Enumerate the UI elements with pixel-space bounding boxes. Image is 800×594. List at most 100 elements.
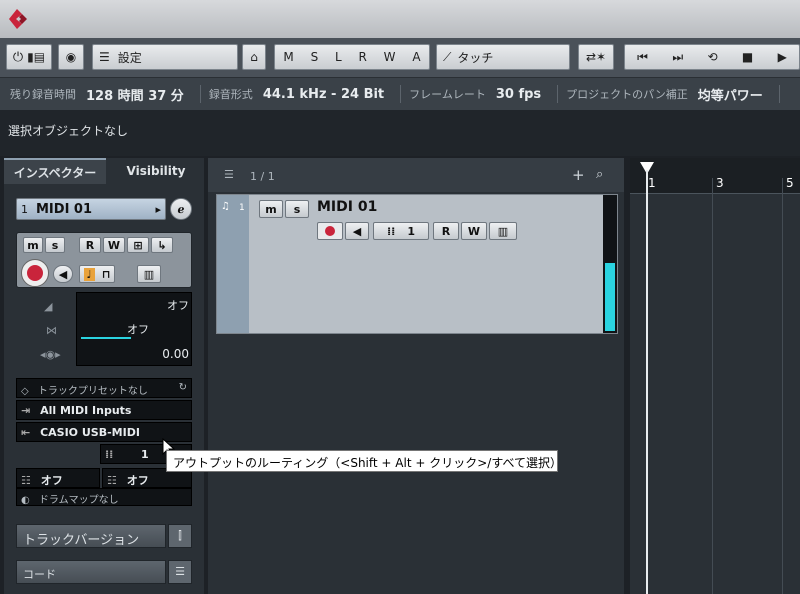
frame-rate-label[interactable]: フレームレート bbox=[409, 86, 486, 102]
inspector-panel: インスペクター Visibility 1 MIDI 01 ▸ ℯ m s R W… bbox=[4, 158, 204, 594]
volume-value[interactable]: オフ bbox=[167, 297, 189, 313]
cycle-icon[interactable]: ⟲ bbox=[707, 50, 717, 64]
track-lanes-button[interactable]: ▥ bbox=[489, 222, 517, 240]
info-line: 選択オブジェクトなし bbox=[0, 110, 800, 156]
bank-select[interactable]: ☷ オフ bbox=[16, 468, 100, 488]
lock-icon: ⊓ bbox=[101, 267, 111, 281]
track-name[interactable]: MIDI 01 bbox=[317, 199, 377, 215]
solo-global-button[interactable]: S bbox=[311, 50, 319, 64]
inspector-solo-button[interactable]: s bbox=[45, 237, 65, 253]
chevron-right-icon: ▸ bbox=[155, 202, 161, 216]
tooltip-text: アウトプットのルーティング（<Shift + Alt + クリック>/すべて選択… bbox=[173, 456, 563, 470]
go-to-end-icon[interactable]: ⏭ bbox=[672, 50, 683, 65]
section-track-versions-label: トラックバージョン bbox=[23, 533, 140, 548]
meter-level bbox=[605, 263, 615, 331]
timeline-ruler[interactable]: 1 3 5 bbox=[630, 158, 800, 194]
play-icon[interactable]: ▶ bbox=[778, 50, 787, 64]
inspector-grid-button[interactable]: ⊞ bbox=[127, 237, 149, 253]
project-cursor[interactable] bbox=[646, 170, 648, 594]
section-track-versions[interactable]: トラックバージョン bbox=[16, 524, 166, 548]
inspector-record-button[interactable] bbox=[21, 259, 49, 287]
midi-channel-label: 1 bbox=[141, 448, 149, 461]
home-button[interactable]: ⌂ bbox=[242, 44, 266, 70]
track-write-button[interactable]: W bbox=[461, 222, 487, 240]
track-mute-button[interactable]: m bbox=[259, 200, 283, 218]
inspector-lanes-button[interactable]: ▥ bbox=[137, 265, 161, 283]
search-icon[interactable]: ⌕ bbox=[596, 167, 603, 182]
bank-label: オフ bbox=[40, 474, 63, 487]
inspector-write-button[interactable]: W bbox=[103, 237, 125, 253]
go-to-start-icon[interactable]: ⏮ bbox=[637, 50, 648, 65]
record-icon bbox=[27, 265, 43, 281]
snap-button[interactable]: ⇄✶ bbox=[578, 44, 614, 70]
tab-inspector[interactable]: インスペクター bbox=[4, 158, 106, 184]
list-icon: ☰ bbox=[224, 168, 234, 181]
section-chord[interactable]: コード bbox=[16, 560, 166, 584]
inspector-track-name[interactable]: 1 MIDI 01 ▸ bbox=[16, 198, 166, 220]
grid-icon: ⊞ bbox=[133, 238, 143, 252]
ruler-mark-1: 1 bbox=[648, 176, 656, 190]
track-monitor-button[interactable]: ◀ bbox=[345, 222, 369, 240]
track-channel-select[interactable]: ⁞⁞ 1 bbox=[373, 222, 429, 240]
layout-icon: ▮▤ bbox=[27, 50, 46, 64]
automation-button[interactable]: A bbox=[412, 50, 420, 64]
transport-controls: ⏮ ⏭ ⟲ ■ ▶ bbox=[624, 44, 800, 70]
toolbar-preset-select[interactable]: ☰ 設定 bbox=[92, 44, 238, 70]
delay-icon: ◉ bbox=[65, 50, 77, 64]
rec-format-label[interactable]: 録音形式 bbox=[209, 86, 253, 102]
output-icon: ⇤ bbox=[21, 426, 31, 439]
read-global-button[interactable]: R bbox=[359, 50, 367, 64]
pan-law-label[interactable]: プロジェクトのパン補正 bbox=[566, 86, 688, 102]
track-number: 1 bbox=[239, 203, 245, 213]
tab-visibility[interactable]: Visibility bbox=[108, 158, 204, 184]
inspector-timebase-button[interactable]: ♩ ⊓ bbox=[79, 265, 115, 283]
pan-slider[interactable] bbox=[81, 337, 131, 339]
speaker-icon: ◀ bbox=[352, 224, 362, 238]
inspector-monitor-button[interactable]: ◀ bbox=[53, 265, 73, 283]
inspector-routing-button[interactable]: ↳ bbox=[151, 237, 173, 253]
home-icon: ⌂ bbox=[250, 50, 258, 64]
midi-input-routing[interactable]: ⇥ All MIDI Inputs bbox=[16, 400, 192, 420]
track-versions-icon[interactable]: ⫿ bbox=[168, 524, 192, 548]
inspector-mute-button[interactable]: m bbox=[23, 237, 43, 253]
mute-global-button[interactable]: M bbox=[283, 50, 293, 64]
rec-format-value[interactable]: 44.1 kHz - 24 Bit bbox=[263, 87, 384, 102]
track-read-button[interactable]: R bbox=[433, 222, 459, 240]
inspector-fader-block: オフ オフ 0.00 bbox=[76, 292, 192, 366]
listen-global-button[interactable]: L bbox=[335, 50, 342, 64]
midi-track[interactable]: ♫ 1 m s MIDI 01 ◀ ⁞⁞ 1 R W ▥ bbox=[216, 194, 618, 334]
page-indicator: 1 / 1 bbox=[250, 170, 275, 183]
automation-buttons: M S L R W A bbox=[274, 44, 430, 70]
drum-map-select[interactable]: ◐ ドラムマップなし bbox=[16, 488, 192, 506]
drum-icon: ◐ bbox=[21, 495, 30, 506]
track-solo-button[interactable]: s bbox=[285, 200, 309, 218]
output-routing-tooltip: アウトプットのルーティング（<Shift + Alt + クリック>/すべて選択… bbox=[166, 450, 562, 472]
frame-rate-value[interactable]: 30 fps bbox=[496, 87, 541, 102]
activate-project-button[interactable]: ⏻ ▮▤ bbox=[6, 44, 52, 70]
track-preset-row[interactable]: ◇ トラックプリセットなし ↻ bbox=[16, 378, 192, 398]
routing-icon: ↳ bbox=[157, 238, 167, 252]
bank-icon: ☷ bbox=[21, 474, 31, 487]
delay-value[interactable]: 0.00 bbox=[162, 347, 189, 361]
track-record-button[interactable] bbox=[317, 222, 343, 240]
pan-law-value[interactable]: 均等パワー bbox=[698, 85, 763, 104]
delay-icon: ◂◉▸ bbox=[40, 348, 61, 361]
write-global-button[interactable]: W bbox=[384, 50, 396, 64]
record-icon bbox=[325, 226, 335, 236]
inspector-control-panel: m s R W ⊞ ↳ ◀ ♩ ⊓ ▥ bbox=[16, 232, 192, 288]
tab-visibility-label: Visibility bbox=[126, 164, 186, 178]
channel-icon: ⁞⁞ bbox=[386, 224, 396, 238]
automation-mode-select[interactable]: ⟋ タッチ bbox=[436, 44, 570, 70]
add-track-icon[interactable]: + bbox=[572, 166, 585, 184]
event-display[interactable]: 1 3 5 bbox=[630, 158, 800, 594]
status-line: 残り録音時間 128 時間 37 分 録音形式 44.1 kHz - 24 Bi… bbox=[0, 78, 800, 110]
refresh-icon: ↻ bbox=[178, 382, 187, 393]
edit-instrument-button[interactable]: ℯ bbox=[170, 198, 192, 220]
pan-value[interactable]: オフ bbox=[127, 321, 149, 337]
stop-icon[interactable]: ■ bbox=[742, 50, 753, 64]
constrain-delay-button[interactable]: ◉ bbox=[58, 44, 84, 70]
midi-input-label: All MIDI Inputs bbox=[40, 404, 132, 417]
track-list-header: ☰ 1 / 1 + ⌕ bbox=[208, 158, 624, 192]
inspector-read-button[interactable]: R bbox=[79, 237, 101, 253]
chord-icon[interactable]: ☰ bbox=[168, 560, 192, 584]
